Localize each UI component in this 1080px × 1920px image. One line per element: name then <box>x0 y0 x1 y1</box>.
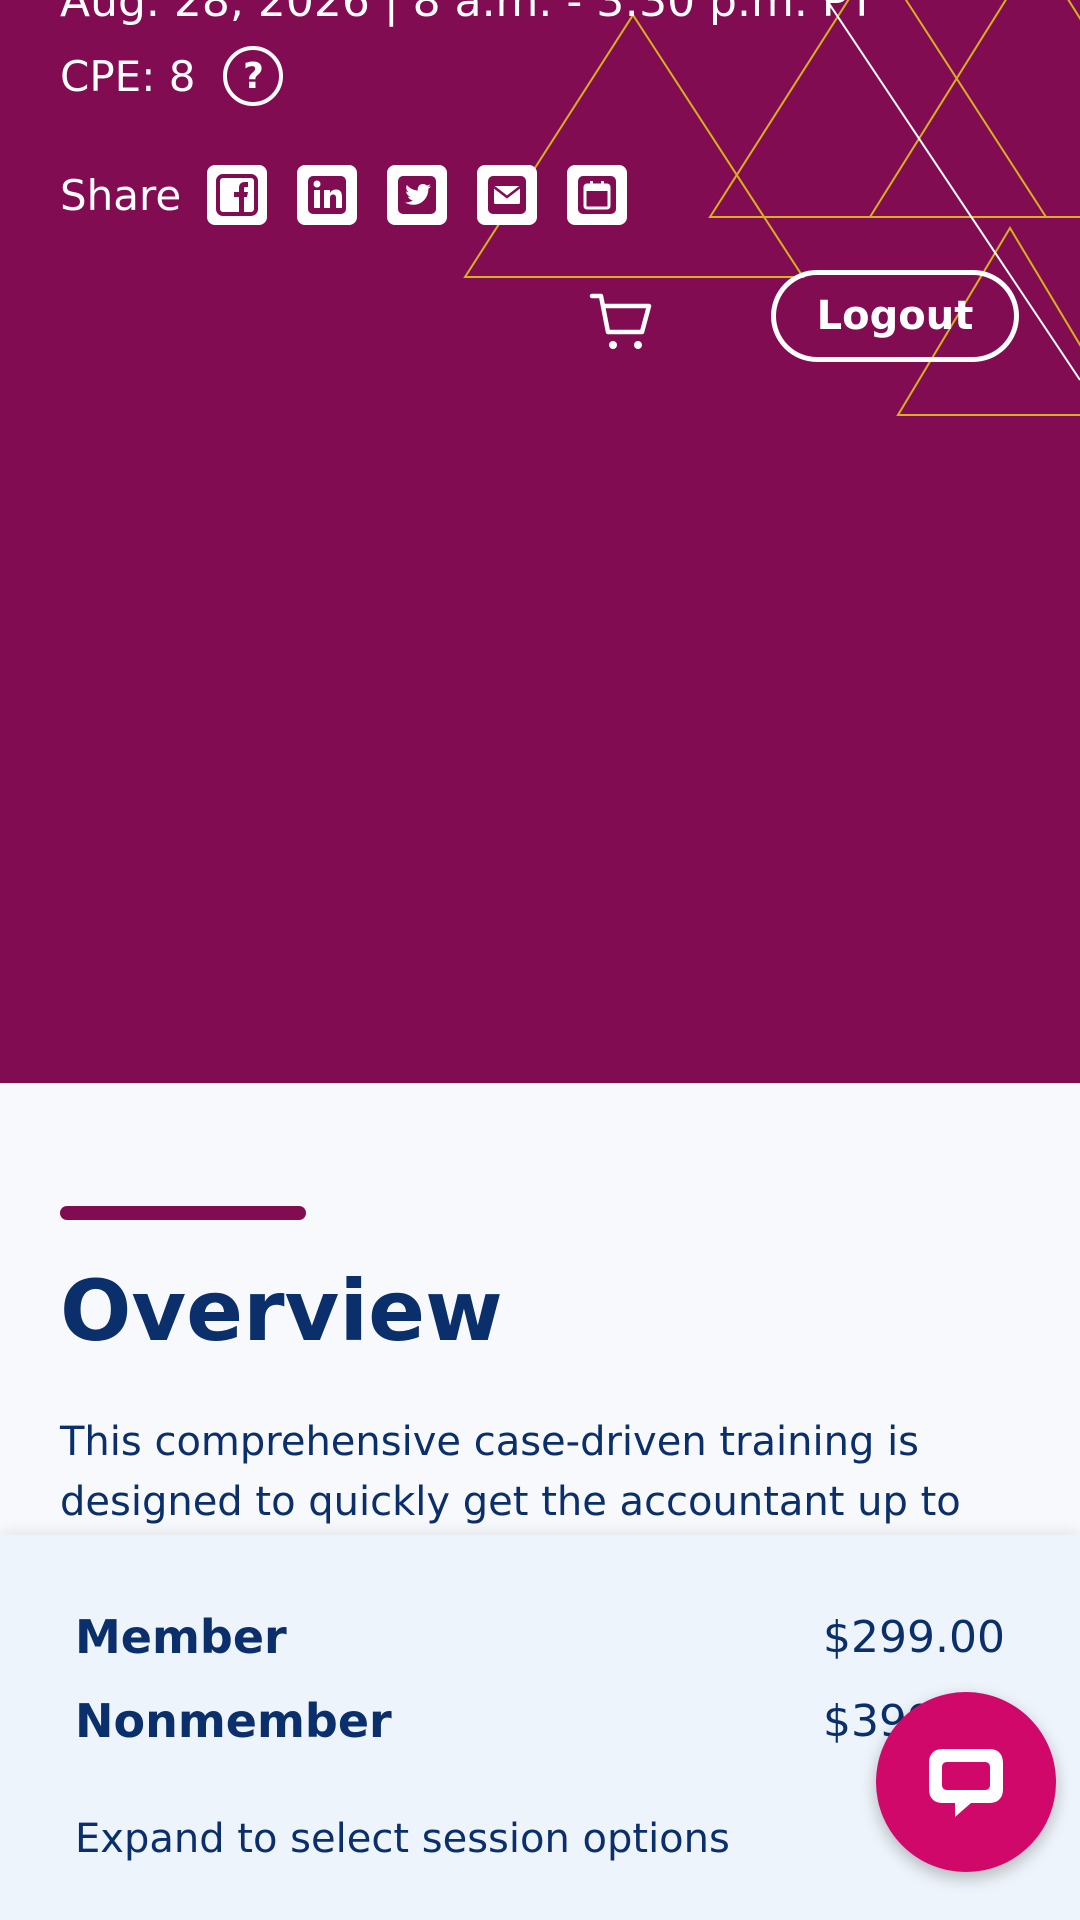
logout-button[interactable]: Logout <box>771 270 1019 362</box>
overview-heading: Overview <box>60 1262 503 1360</box>
price-row-nonmember: Nonmember $399.00 <box>75 1694 1005 1748</box>
section-accent-bar <box>60 1206 306 1220</box>
price-row-member: Member $299.00 <box>75 1610 1005 1664</box>
linkedin-icon <box>308 176 347 214</box>
cpe-row: CPE: 8 ? <box>60 46 284 106</box>
price-label-nonmember: Nonmember <box>75 1694 392 1748</box>
question-circle-icon[interactable]: ? <box>223 46 284 106</box>
twitter-share-button[interactable] <box>387 165 448 225</box>
calendar-share-button[interactable] <box>567 165 628 225</box>
email-share-button[interactable] <box>477 165 538 225</box>
event-datetime: Aug. 28, 2026 | 8 a.m. - 3:30 p.m. PT <box>60 0 876 27</box>
calendar-icon <box>578 176 617 214</box>
chat-button[interactable] <box>876 1692 1056 1872</box>
share-row: Share <box>60 165 657 225</box>
price-label-member: Member <box>75 1610 287 1664</box>
expand-session-options[interactable]: Expand to select session options <box>75 1816 730 1862</box>
cpe-credits: CPE: 8 <box>60 51 196 101</box>
overview-description: This comprehensive case-driven training … <box>60 1419 961 1525</box>
cart-icon[interactable] <box>588 288 654 354</box>
twitter-icon <box>398 176 437 214</box>
facebook-icon <box>216 174 259 216</box>
email-icon <box>488 176 527 214</box>
facebook-share-button[interactable] <box>207 165 268 225</box>
event-hero: Aug. 28, 2026 | 8 a.m. - 3:30 p.m. PT CP… <box>0 0 1080 1083</box>
share-label: Share <box>60 170 182 220</box>
price-value-member: $299.00 <box>823 1611 1005 1663</box>
chat-bubble-icon <box>929 1749 1003 1817</box>
linkedin-share-button[interactable] <box>297 165 358 225</box>
